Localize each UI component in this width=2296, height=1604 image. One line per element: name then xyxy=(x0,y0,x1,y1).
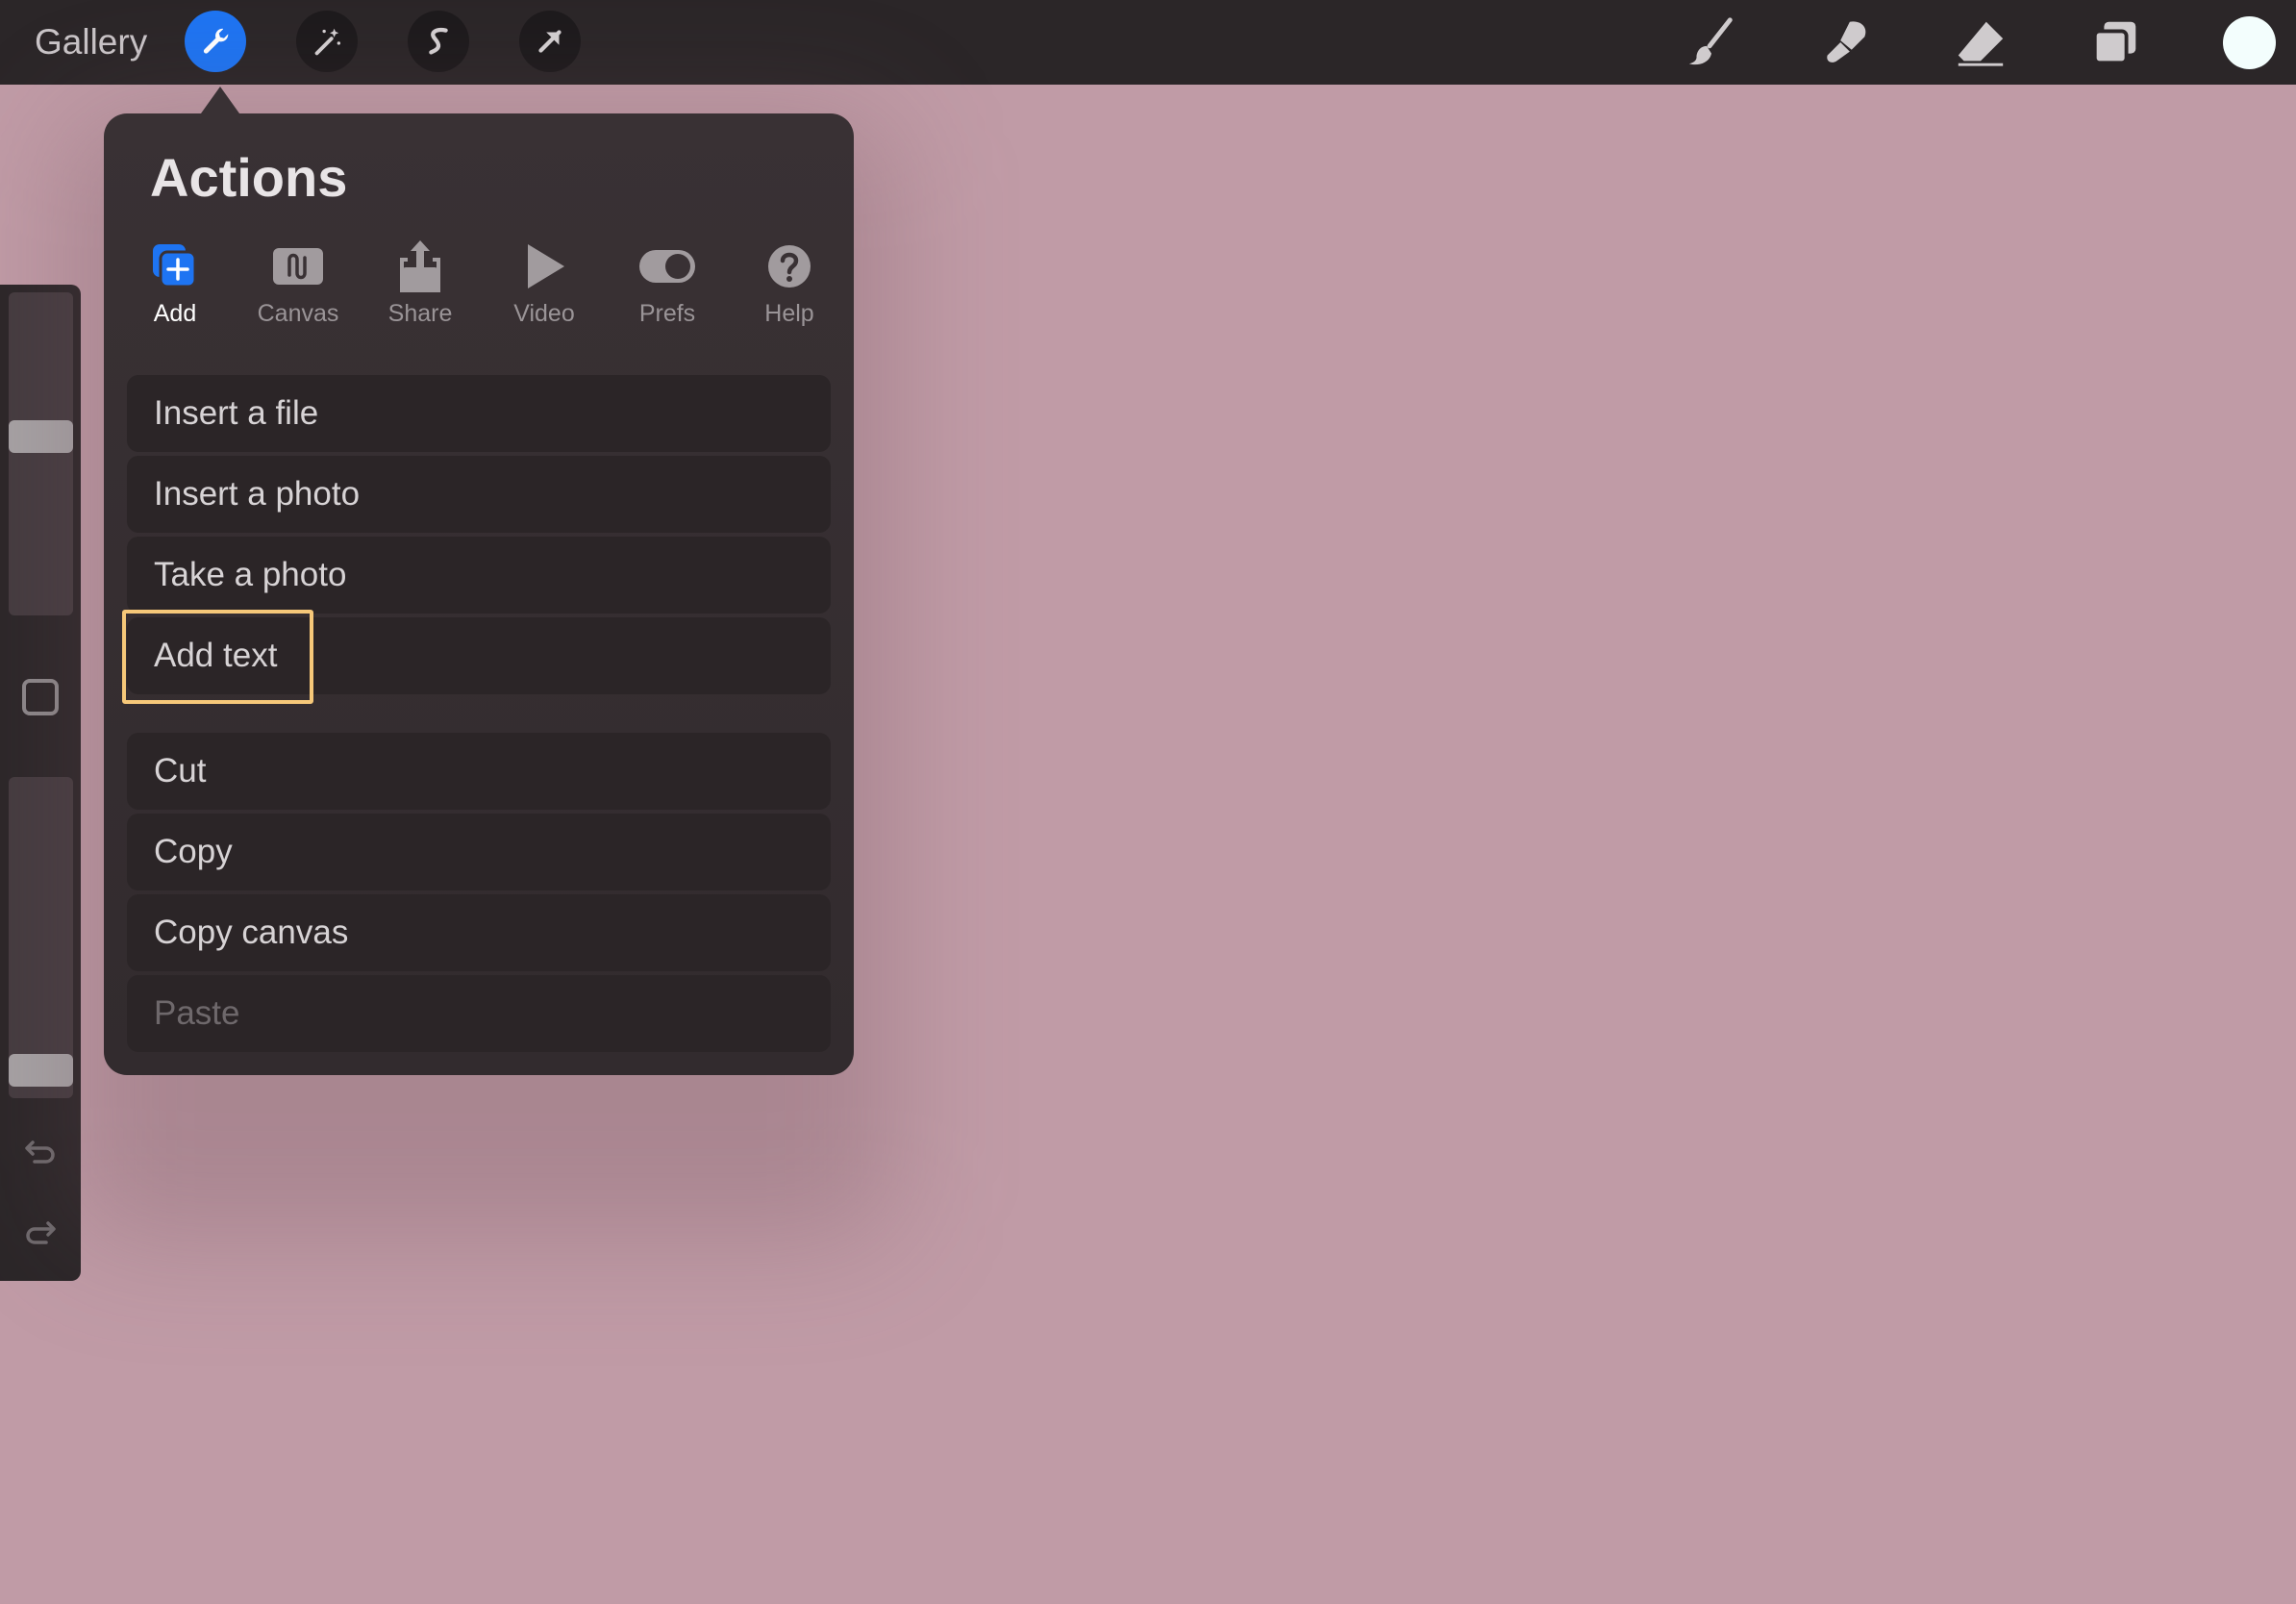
tab-canvas-label: Canvas xyxy=(257,300,339,327)
paste-label: Paste xyxy=(154,994,240,1032)
copy-canvas-item[interactable]: Copy canvas xyxy=(127,894,831,971)
add-text-item[interactable]: Add text xyxy=(127,617,831,694)
wrench-icon xyxy=(203,28,229,54)
copy-label: Copy xyxy=(154,833,233,870)
insert-photo-label: Insert a photo xyxy=(154,475,361,513)
tab-share[interactable]: Share xyxy=(362,238,478,335)
brush-size-slider-handle[interactable] xyxy=(9,419,73,453)
modify-button[interactable] xyxy=(22,679,59,715)
tab-help-label: Help xyxy=(764,300,814,327)
brush-tool-button[interactable] xyxy=(1681,12,1742,73)
tab-video-label: Video xyxy=(513,300,575,327)
video-play-icon xyxy=(528,244,564,288)
tab-add-label: Add xyxy=(153,300,197,327)
brush-size-slider[interactable] xyxy=(9,292,73,615)
undo-button[interactable] xyxy=(21,1131,60,1169)
tab-prefs[interactable]: Prefs xyxy=(610,238,725,335)
add-icon xyxy=(153,244,197,288)
canvas-icon xyxy=(273,248,323,285)
actions-wrench-button[interactable] xyxy=(185,11,246,72)
tab-canvas[interactable]: Canvas xyxy=(240,238,356,335)
selection-button[interactable] xyxy=(408,11,469,72)
color-picker-button[interactable] xyxy=(2223,16,2276,69)
eraser-tool-button[interactable] xyxy=(1950,12,2011,73)
copy-item[interactable]: Copy xyxy=(127,814,831,890)
selection-s-icon xyxy=(429,28,448,55)
tab-help[interactable]: Help xyxy=(732,238,847,335)
cut-label: Cut xyxy=(154,752,207,789)
opacity-slider[interactable] xyxy=(9,777,73,1098)
top-toolbar: Gallery xyxy=(0,0,2296,85)
layers-icon xyxy=(2092,21,2136,65)
panel-title: Actions xyxy=(150,147,348,208)
actions-panel: Actions Add Canvas Share Video Prefs Hel… xyxy=(104,113,854,1075)
brush-icon xyxy=(1688,17,1733,65)
redo-icon xyxy=(26,1221,56,1244)
insert-photo-item[interactable]: Insert a photo xyxy=(127,456,831,533)
redo-button[interactable] xyxy=(21,1212,60,1250)
gallery-button[interactable]: Gallery xyxy=(35,19,147,65)
tab-video[interactable]: Video xyxy=(487,238,602,335)
smudge-tool-button[interactable] xyxy=(1815,12,1877,73)
insert-file-item[interactable]: Insert a file xyxy=(127,375,831,452)
opacity-slider-handle[interactable] xyxy=(9,1054,73,1087)
toggle-icon xyxy=(639,250,695,283)
take-photo-item[interactable]: Take a photo xyxy=(127,537,831,614)
share-icon xyxy=(400,240,440,292)
tab-share-label: Share xyxy=(387,300,453,327)
transform-button[interactable] xyxy=(519,11,581,72)
popover-caret xyxy=(201,87,239,113)
tab-prefs-label: Prefs xyxy=(638,300,696,327)
adjustments-button[interactable] xyxy=(296,11,358,72)
insert-file-label: Insert a file xyxy=(154,394,319,432)
help-icon xyxy=(768,245,811,288)
cut-item[interactable]: Cut xyxy=(127,733,831,810)
paste-item[interactable]: Paste xyxy=(127,975,831,1052)
undo-icon xyxy=(25,1140,55,1164)
copy-canvas-label: Copy canvas xyxy=(154,914,349,951)
transform-arrow-icon xyxy=(538,30,562,53)
add-text-label: Add text xyxy=(154,637,278,674)
smudge-icon xyxy=(1827,21,1866,63)
tab-add[interactable]: Add xyxy=(117,238,233,335)
eraser-icon xyxy=(1958,21,2004,66)
take-photo-label: Take a photo xyxy=(154,556,347,593)
magic-wand-icon xyxy=(314,28,341,56)
layers-button[interactable] xyxy=(2084,12,2146,73)
